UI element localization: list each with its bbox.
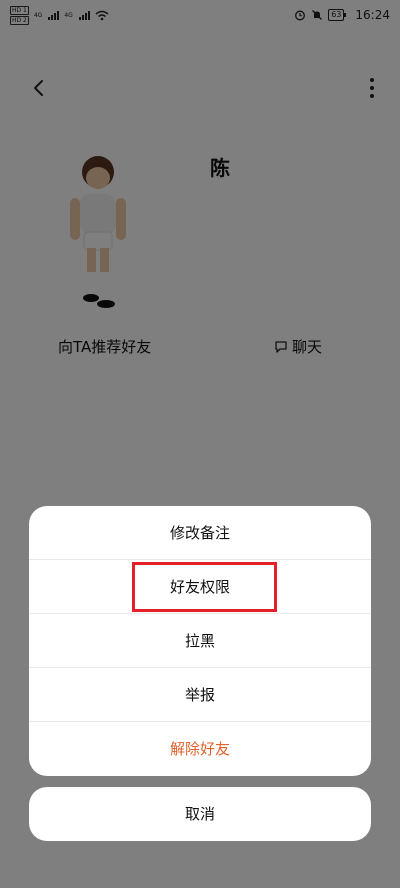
report-option[interactable]: 举报 [29, 668, 371, 722]
action-sheet: 修改备注 好友权限 拉黑 举报 解除好友 [29, 506, 371, 776]
remove-friend-option[interactable]: 解除好友 [29, 722, 371, 776]
highlight-box [132, 562, 277, 612]
cancel-button[interactable]: 取消 [29, 787, 371, 841]
block-option[interactable]: 拉黑 [29, 614, 371, 668]
edit-remark-option[interactable]: 修改备注 [29, 506, 371, 560]
